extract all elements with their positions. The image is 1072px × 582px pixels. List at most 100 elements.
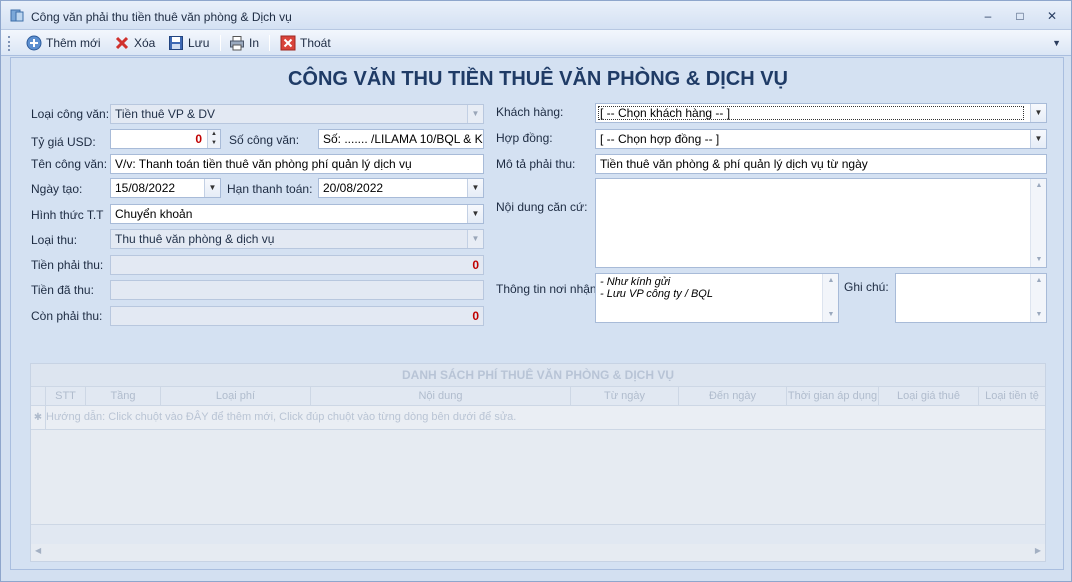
delete-icon	[115, 36, 129, 50]
ngay-tao-label: Ngày tạo:	[31, 182, 83, 196]
noi-dung-textarea[interactable]: ▲ ▼	[595, 178, 1047, 268]
toolbar: Thêm mới Xóa Lưu In Thoát ▼	[1, 30, 1071, 56]
tien-da-thu-label: Tiền đã thu:	[31, 283, 94, 297]
toolbar-grip[interactable]	[8, 36, 11, 51]
grid-title: DANH SÁCH PHÍ THUÊ VĂN PHÒNG & DỊCH VỤ	[31, 364, 1045, 386]
app-icon	[10, 9, 24, 22]
grid-footer	[31, 524, 1045, 544]
toolbar-options-icon[interactable]: ▼	[1052, 38, 1061, 48]
loai-cong-van-select[interactable]: Tiền thuê VP & DV ▼	[110, 104, 484, 124]
title-bar: Công văn phải thu tiền thuê văn phòng & …	[1, 1, 1071, 30]
grid-indicator-header	[31, 387, 46, 406]
window-title: Công văn phải thu tiền thuê văn phòng & …	[31, 10, 292, 24]
chevron-down-icon[interactable]: ▼	[204, 179, 220, 197]
exit-label: Thoát	[300, 36, 331, 50]
ty-gia-label: Tỷ giá USD:	[31, 135, 96, 149]
main-window: Công văn phải thu tiền thuê văn phòng & …	[0, 0, 1072, 582]
vertical-scrollbar[interactable]: ▲ ▼	[822, 274, 838, 322]
tien-phai-thu-input: 0	[110, 255, 484, 275]
khach-hang-label: Khách hàng:	[496, 105, 564, 119]
loai-cong-van-label: Loại công văn:	[31, 107, 110, 121]
hinh-thuc-select[interactable]: Chuyển khoản ▼	[110, 204, 484, 224]
print-icon	[230, 36, 244, 51]
column-header[interactable]: Loại phí	[161, 387, 311, 406]
ngay-tao-value: 15/08/2022	[115, 181, 176, 195]
chevron-down-icon[interactable]: ▼	[467, 179, 483, 197]
mo-ta-label: Mô tả phải thu:	[496, 157, 576, 171]
thong-tin-textarea[interactable]: - Như kính gửi - Lưu VP công ty / BQL ▲ …	[595, 273, 839, 323]
hop-dong-label: Hợp đồng:	[496, 131, 553, 145]
scroll-right-icon[interactable]: ▶	[1035, 546, 1041, 555]
ten-cong-van-input[interactable]: V/v: Thanh toán tiền thuê văn phòng phí …	[110, 154, 484, 174]
vertical-scrollbar[interactable]: ▲ ▼	[1030, 179, 1046, 267]
loai-thu-value: Thu thuê văn phòng & dịch vụ	[115, 232, 275, 246]
maximize-button[interactable]: □	[1009, 7, 1031, 25]
new-row-hint: Hướng dẫn: Click chuột vào ĐÂY để thêm m…	[46, 411, 517, 423]
loai-thu-label: Loại thu:	[31, 233, 78, 247]
exit-icon	[280, 35, 296, 51]
chevron-down-icon[interactable]: ▼	[1030, 130, 1046, 148]
loai-cong-van-value: Tiền thuê VP & DV	[115, 107, 216, 121]
column-header[interactable]: Đến ngày	[679, 387, 787, 406]
thong-tin-line: - Lưu VP công ty / BQL	[600, 288, 713, 300]
hinh-thuc-value: Chuyển khoản	[115, 207, 193, 221]
hop-dong-value: [ -- Chọn hợp đồng -- ]	[600, 132, 720, 146]
print-label: In	[249, 36, 260, 50]
scroll-up-icon[interactable]: ▲	[1031, 179, 1047, 193]
scroll-down-icon[interactable]: ▼	[1031, 308, 1047, 322]
column-header[interactable]: STT	[46, 387, 86, 406]
column-header[interactable]: Thời gian áp dụng	[787, 387, 879, 406]
spin-icon[interactable]: ▲ ▼	[207, 130, 220, 148]
han-thanh-toan-label: Hạn thanh toán:	[227, 182, 313, 196]
close-window-button[interactable]: ✕	[1041, 7, 1063, 25]
scroll-up-icon[interactable]: ▲	[823, 274, 839, 288]
chevron-down-icon: ▼	[467, 230, 483, 248]
so-cong-van-label: Số công văn:	[229, 133, 300, 147]
scroll-left-icon[interactable]: ◀	[35, 546, 41, 555]
fee-grid[interactable]: DANH SÁCH PHÍ THUÊ VĂN PHÒNG & DỊCH VỤ S…	[30, 363, 1046, 562]
noi-dung-label: Nội dung căn cứ:	[496, 200, 588, 214]
khach-hang-value: [ -- Chọn khách hàng -- ]	[596, 104, 1026, 122]
ten-cong-van-label: Tên công văn:	[31, 157, 108, 171]
chevron-down-icon[interactable]: ▼	[467, 205, 483, 223]
tien-phai-thu-label: Tiền phải thu:	[31, 258, 104, 272]
column-header[interactable]: Loại tiền tệ	[979, 387, 1045, 406]
han-thanh-toan-value: 20/08/2022	[323, 181, 384, 195]
print-button[interactable]: In	[229, 34, 259, 52]
loai-thu-select[interactable]: Thu thuê văn phòng & dịch vụ ▼	[110, 229, 484, 249]
form-panel: CÔNG VĂN THU TIỀN THUÊ VĂN PHÒNG & DỊCH …	[10, 57, 1064, 570]
chevron-down-icon: ▼	[467, 105, 483, 123]
delete-button[interactable]: Xóa	[114, 34, 155, 52]
mo-ta-input[interactable]: Tiền thuê văn phòng & phí quản lý dịch v…	[595, 154, 1047, 174]
toolbar-separator	[220, 35, 221, 51]
thong-tin-line: - Như kính gửi	[600, 276, 671, 288]
ty-gia-input[interactable]: 0 ▲ ▼	[110, 129, 221, 149]
horizontal-scrollbar[interactable]: ◀ ▶	[31, 544, 1045, 561]
tien-da-thu-input	[110, 280, 484, 300]
chevron-down-icon[interactable]: ▼	[1030, 104, 1046, 122]
column-header[interactable]: Loại giá thuê	[879, 387, 979, 406]
ngay-tao-date[interactable]: 15/08/2022 ▼	[110, 178, 221, 198]
vertical-scrollbar[interactable]: ▲ ▼	[1030, 274, 1046, 322]
hinh-thuc-label: Hình thức T.T	[31, 208, 104, 222]
exit-button[interactable]: Thoát	[280, 34, 331, 52]
khach-hang-select[interactable]: [ -- Chọn khách hàng -- ] ▼	[595, 103, 1047, 123]
scroll-down-icon[interactable]: ▼	[823, 308, 839, 322]
scroll-down-icon[interactable]: ▼	[1031, 253, 1047, 267]
scroll-up-icon[interactable]: ▲	[1031, 274, 1047, 288]
add-icon	[26, 35, 42, 51]
ghi-chu-textarea[interactable]: ▲ ▼	[895, 273, 1047, 323]
con-phai-thu-label: Còn phải thu:	[31, 309, 103, 323]
grid-header: STT Tầng Loại phí Nội dung Từ ngày Đến n…	[31, 386, 1045, 406]
minimize-button[interactable]: –	[977, 7, 999, 25]
save-icon	[169, 36, 183, 50]
column-header[interactable]: Từ ngày	[571, 387, 679, 406]
grid-new-row[interactable]: ✱ Hướng dẫn: Click chuột vào ĐÂY để thêm…	[31, 406, 1045, 430]
han-thanh-toan-date[interactable]: 20/08/2022 ▼	[318, 178, 484, 198]
column-header[interactable]: Tầng	[86, 387, 161, 406]
so-cong-van-input[interactable]: Số: ....... /LILAMA 10/BQL & KT	[318, 129, 484, 149]
save-button[interactable]: Lưu	[168, 34, 209, 52]
column-header[interactable]: Nội dung	[311, 387, 571, 406]
hop-dong-select[interactable]: [ -- Chọn hợp đồng -- ] ▼	[595, 129, 1047, 149]
add-button[interactable]: Thêm mới	[26, 34, 101, 52]
